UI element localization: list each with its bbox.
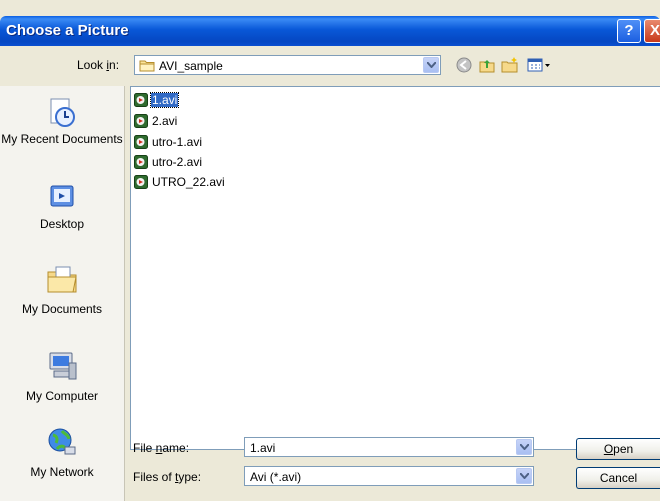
look-in-label: Look in: bbox=[77, 58, 120, 72]
file-name-label: File name: bbox=[133, 441, 190, 455]
file-name: UTRO_22.avi bbox=[152, 175, 225, 189]
my-computer-icon bbox=[0, 349, 124, 383]
place-label: Desktop bbox=[39, 217, 85, 231]
dialog-title: Choose a Picture bbox=[6, 22, 129, 39]
file-name-value: 1.avi bbox=[250, 441, 276, 455]
place-my-recent-documents[interactable]: My Recent Documents bbox=[0, 96, 124, 146]
title-bar[interactable]: Choose a Picture ? X bbox=[0, 16, 660, 46]
back-icon[interactable] bbox=[455, 56, 473, 74]
place-label: My Network bbox=[30, 465, 94, 479]
place-label: My Documents bbox=[21, 302, 103, 316]
views-menu-icon[interactable] bbox=[527, 56, 550, 74]
video-file-icon bbox=[134, 114, 148, 128]
file-list[interactable]: 1.avi 2.avi utro-1.avi utro-2.avi UTRO_2… bbox=[130, 86, 660, 450]
help-button[interactable]: ? bbox=[617, 19, 641, 43]
file-name: utro-1.avi bbox=[152, 135, 203, 149]
place-label: My Recent Documents bbox=[1, 132, 123, 146]
choose-picture-dialog: Choose a Picture ? X Look in: AVI_sample bbox=[0, 0, 660, 501]
open-button[interactable]: Open bbox=[576, 438, 660, 460]
video-file-icon bbox=[134, 93, 148, 107]
video-file-icon bbox=[134, 135, 148, 149]
up-folder-icon[interactable] bbox=[478, 56, 496, 74]
recent-documents-icon bbox=[0, 96, 124, 130]
file-name: 1.avi bbox=[149, 92, 180, 108]
file-name: utro-2.avi bbox=[152, 155, 203, 169]
desktop-icon bbox=[0, 181, 124, 215]
place-my-computer[interactable]: My Computer bbox=[0, 349, 124, 403]
cancel-button[interactable]: Cancel bbox=[576, 467, 660, 489]
file-type-label: Files of type: bbox=[133, 470, 202, 484]
video-file-icon bbox=[134, 175, 148, 189]
places-bar: My Recent Documents Desktop My Documents… bbox=[0, 86, 125, 501]
folder-icon bbox=[139, 59, 155, 75]
my-network-icon bbox=[0, 425, 124, 459]
new-folder-icon[interactable] bbox=[501, 56, 519, 74]
place-desktop[interactable]: Desktop bbox=[0, 181, 124, 231]
look-in-combo[interactable]: AVI_sample bbox=[134, 55, 441, 75]
place-label: My Computer bbox=[25, 389, 99, 403]
chevron-down-icon[interactable] bbox=[516, 439, 532, 455]
chevron-down-icon[interactable] bbox=[516, 468, 532, 484]
close-button[interactable]: X bbox=[644, 19, 660, 43]
file-name-input[interactable]: 1.avi bbox=[244, 437, 534, 457]
my-documents-icon bbox=[0, 262, 124, 296]
file-type-select[interactable]: Avi (*.avi) bbox=[244, 466, 534, 486]
place-my-network[interactable]: My Network bbox=[0, 425, 124, 479]
file-type-value: Avi (*.avi) bbox=[250, 470, 302, 484]
place-my-documents[interactable]: My Documents bbox=[0, 262, 124, 316]
video-file-icon bbox=[134, 155, 148, 169]
look-in-value: AVI_sample bbox=[159, 59, 223, 73]
file-name: 2.avi bbox=[152, 114, 178, 128]
chevron-down-icon[interactable] bbox=[423, 57, 439, 73]
